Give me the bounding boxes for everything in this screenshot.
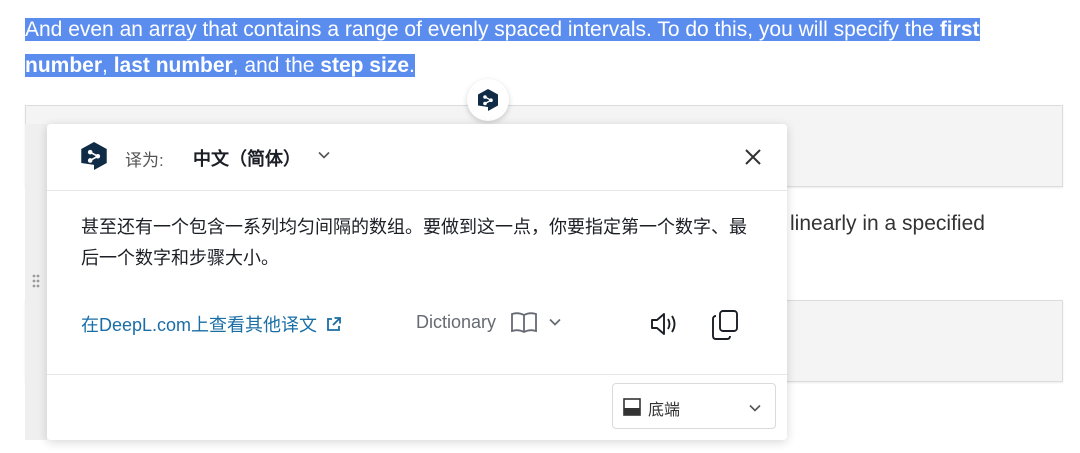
target-language-select[interactable]: 中文（简体）: [193, 145, 301, 171]
dictionary-label: Dictionary: [416, 311, 497, 332]
external-link-icon: [327, 316, 341, 331]
selected-text: And even an array that contains a range …: [25, 18, 980, 77]
alternative-translations-link[interactable]: 在DeepL.com上查看其他译文: [81, 311, 342, 337]
dock-bottom-icon: [623, 398, 641, 416]
popup-footer-divider: [47, 374, 787, 375]
target-language-label: 译为:: [125, 151, 164, 170]
article-paragraph-fragment: linearly in a specified: [790, 212, 985, 235]
deepl-translation-popup: 译为: 中文（简体） 甚至还有一个包含一系列均匀间隔的数组。要做到这一点，你要指…: [47, 124, 787, 440]
chevron-down-icon[interactable]: [317, 148, 331, 162]
book-icon: [511, 312, 537, 333]
drag-handle-icon[interactable]: [31, 273, 41, 289]
deepl-translate-button[interactable]: [467, 79, 509, 121]
alternative-translations-label: 在DeepL.com上查看其他译文: [81, 315, 318, 335]
popup-position-value: 底端: [648, 402, 681, 419]
chevron-down-icon: [549, 318, 561, 326]
popup-header: 译为: 中文（简体）: [47, 124, 787, 191]
chevron-down-icon: [749, 404, 761, 412]
speaker-icon[interactable]: [649, 310, 679, 338]
deepl-logo-icon: [81, 142, 107, 170]
popup-position-select[interactable]: 底端: [612, 383, 776, 429]
copy-icon[interactable]: [710, 309, 740, 341]
article-paragraph: And even an array that contains a range …: [25, 12, 1055, 84]
close-icon[interactable]: [741, 145, 765, 169]
translation-text: 甚至还有一个包含一系列均匀间隔的数组。要做到这一点，你要指定第一个数字、最后一个…: [81, 217, 747, 268]
deepl-logo-icon: [478, 89, 498, 111]
dictionary-button[interactable]: Dictionary: [416, 311, 562, 333]
